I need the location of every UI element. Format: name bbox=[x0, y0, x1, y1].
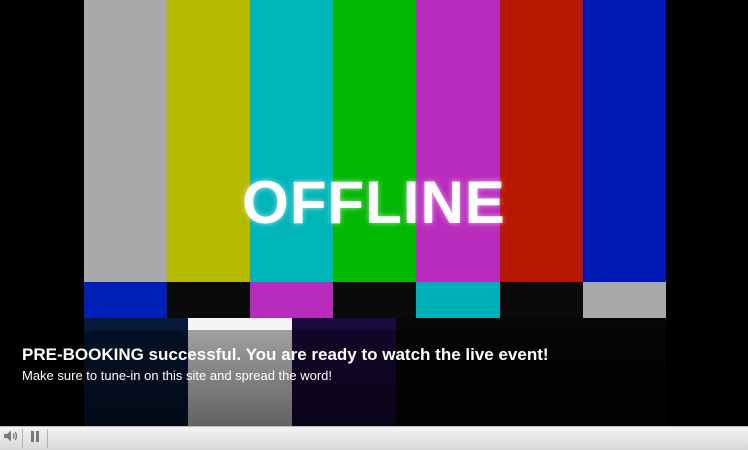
pause-button[interactable] bbox=[24, 427, 46, 450]
control-bar bbox=[0, 426, 748, 450]
strip-black bbox=[500, 282, 583, 318]
progress-track[interactable] bbox=[48, 427, 748, 450]
test-bar-gray bbox=[84, 0, 167, 282]
strip-blue bbox=[84, 282, 167, 318]
notice-subline: Make sure to tune-in on this site and sp… bbox=[22, 368, 333, 383]
strip-black bbox=[333, 282, 416, 318]
speaker-icon bbox=[3, 429, 19, 448]
strip-black bbox=[167, 282, 250, 318]
strip-gray bbox=[583, 282, 666, 318]
test-bar-blue bbox=[583, 0, 666, 282]
test-bar-magenta bbox=[416, 0, 500, 282]
strip-cyan bbox=[416, 282, 500, 318]
test-bar-red bbox=[500, 0, 583, 282]
strip-magenta bbox=[250, 282, 333, 318]
test-bar-yellow bbox=[167, 0, 250, 282]
offline-label: OFFLINE bbox=[242, 169, 506, 236]
video-area[interactable]: OFFLINE PRE-BOOKING successful. You are … bbox=[0, 0, 748, 426]
video-player[interactable]: OFFLINE PRE-BOOKING successful. You are … bbox=[0, 0, 748, 450]
notice-headline: PRE-BOOKING successful. You are ready to… bbox=[22, 345, 549, 364]
divider bbox=[22, 429, 23, 448]
pause-icon bbox=[29, 430, 41, 448]
volume-button[interactable] bbox=[0, 427, 22, 450]
test-bar-cyan bbox=[250, 0, 333, 282]
test-bar-green bbox=[333, 0, 416, 282]
